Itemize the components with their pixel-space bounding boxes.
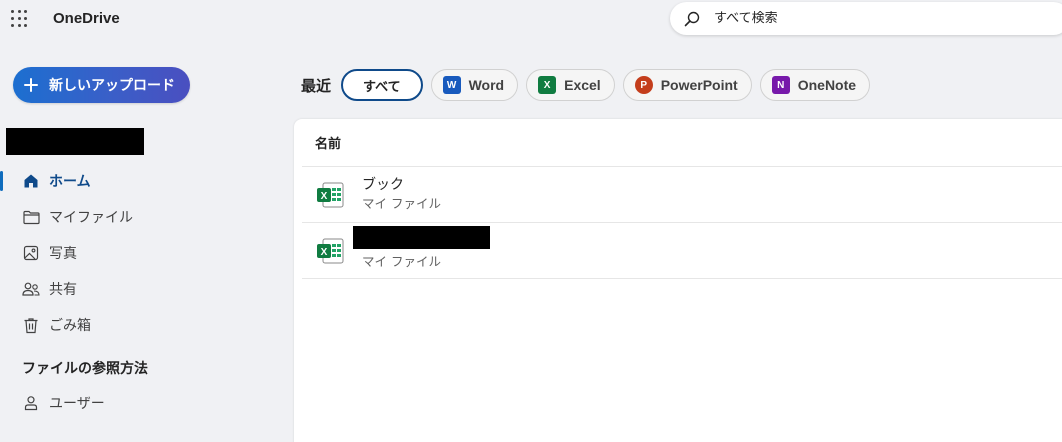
sidebar-item-recycle-bin[interactable]: ごみ箱	[0, 307, 290, 343]
sidebar-item-my-files[interactable]: マイファイル	[0, 199, 290, 235]
excel-file-icon: X	[315, 236, 345, 266]
redacted-file-name	[353, 226, 490, 249]
sidebar-item-label: ホーム	[49, 174, 91, 190]
word-icon: W	[442, 76, 461, 94]
home-icon	[22, 172, 40, 190]
sidebar-item-people[interactable]: ユーザー	[0, 385, 290, 421]
file-location: マイ ファイル	[362, 196, 441, 211]
table-row[interactable]: X マイ ファイル	[302, 223, 1062, 279]
list-header: 名前	[302, 119, 1062, 167]
plus-icon	[24, 78, 38, 92]
filter-label: Excel	[564, 77, 601, 93]
excel-file-icon: X	[315, 180, 345, 210]
folder-icon	[22, 208, 40, 226]
filter-onenote[interactable]: N OneNote	[759, 69, 871, 101]
sidebar-item-label: ユーザー	[49, 396, 105, 412]
photo-icon	[22, 244, 40, 262]
recent-files-list: 名前 X ブック マイ ファイル X マイ ファイル	[294, 119, 1062, 442]
file-name[interactable]: ブック	[362, 176, 441, 195]
new-upload-label: 新しいアップロード	[49, 78, 175, 94]
filter-all[interactable]: すべて	[341, 69, 423, 101]
column-header-name[interactable]: 名前	[315, 133, 341, 152]
table-row[interactable]: X ブック マイ ファイル	[302, 167, 1062, 223]
people-icon	[22, 280, 40, 298]
browse-files-heading: ファイルの参照方法	[22, 361, 148, 377]
sidebar-item-label: 共有	[49, 282, 77, 298]
new-upload-button[interactable]: 新しいアップロード	[13, 67, 190, 103]
sidebar-item-home[interactable]: ホーム	[0, 163, 290, 199]
filter-excel[interactable]: X Excel	[526, 69, 615, 101]
sidebar-item-label: 写真	[49, 246, 77, 262]
filter-label: Word	[468, 77, 505, 93]
sidebar-item-photos[interactable]: 写真	[0, 235, 290, 271]
filter-label: すべて	[363, 79, 401, 95]
search-icon	[684, 10, 702, 28]
sidebar-item-label: マイファイル	[49, 210, 133, 226]
filter-powerpoint[interactable]: P PowerPoint	[622, 69, 752, 101]
file-location: マイ ファイル	[362, 254, 441, 269]
person-icon	[22, 394, 40, 412]
powerpoint-icon: P	[634, 76, 653, 94]
svg-text:X: X	[321, 247, 328, 258]
app-title[interactable]: OneDrive	[53, 10, 120, 27]
app-launcher-icon[interactable]	[11, 10, 29, 28]
excel-icon: X	[538, 76, 557, 94]
filter-label: OneNote	[797, 77, 857, 93]
top-bar: OneDrive	[0, 0, 1062, 40]
sidebar-item-shared[interactable]: 共有	[0, 271, 290, 307]
search-box[interactable]	[670, 2, 1062, 35]
redacted-account-name	[6, 128, 144, 155]
onenote-icon: N	[771, 76, 790, 94]
svg-text:X: X	[321, 191, 328, 202]
trash-icon	[22, 316, 40, 334]
recent-heading: 最近	[301, 76, 332, 95]
sidebar-nav: ホーム マイファイル 写真 共有 ごみ箱	[0, 163, 290, 343]
search-input[interactable]	[714, 11, 1014, 26]
sidebar-item-label: ごみ箱	[49, 318, 91, 334]
browse-files-nav: ユーザー	[0, 385, 290, 421]
filter-label: PowerPoint	[660, 77, 738, 93]
filter-word[interactable]: W Word	[430, 69, 519, 101]
file-type-filters: 最近 すべて W Word X Excel P PowerPoint N One…	[301, 68, 878, 102]
